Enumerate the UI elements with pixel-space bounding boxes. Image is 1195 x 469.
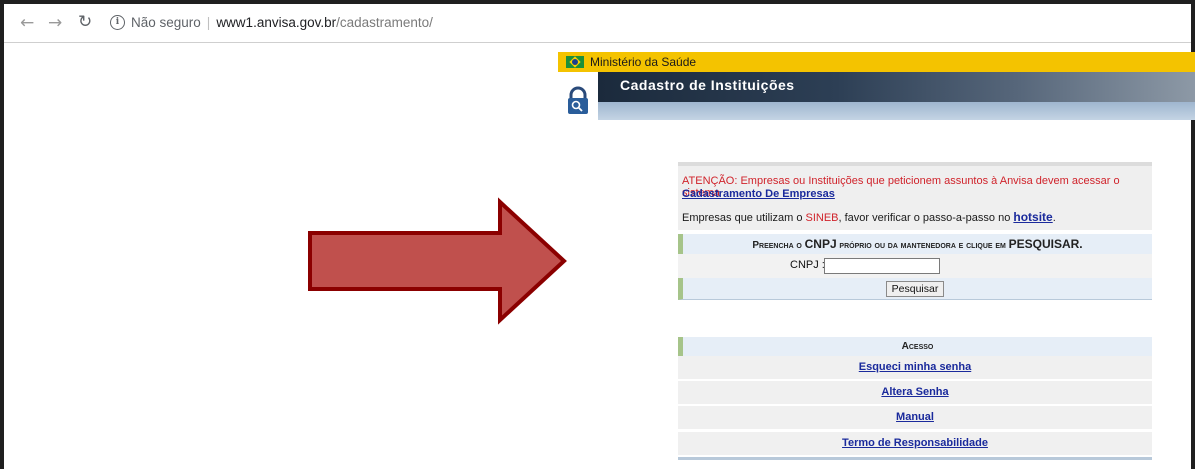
access-item: Manual — [678, 406, 1152, 430]
cadastramento-empresas-link[interactable]: Cadastramento De Empresas — [682, 188, 835, 200]
access-item: Termo de Responsabilidade — [678, 432, 1152, 456]
access-bottom-line — [678, 457, 1152, 460]
access-item: Esqueci minha senha — [678, 356, 1152, 380]
change-password-link[interactable]: Altera Senha — [881, 386, 948, 398]
sineb-period: . — [1052, 212, 1056, 224]
forgot-password-link[interactable]: Esqueci minha senha — [859, 361, 971, 373]
sineb-term: SINEB — [805, 212, 839, 224]
terms-link[interactable]: Termo de Responsabilidade — [842, 437, 988, 449]
instruction-action: PESQUISAR. — [1008, 237, 1083, 251]
header-stripe — [598, 102, 1195, 120]
manual-link[interactable]: Manual — [896, 411, 934, 423]
ministry-bar: Ministério da Saúde — [558, 52, 1195, 72]
search-button-row: Pesquisar — [678, 278, 1152, 300]
instruction-start: Preencha o — [752, 240, 805, 251]
annotation-arrow-icon — [308, 197, 567, 325]
access-item: Altera Senha — [678, 381, 1152, 405]
system-title: Cadastro de Instituições — [620, 77, 795, 93]
forward-arrow-icon[interactable]: → — [48, 13, 62, 33]
notice-box: ATENÇÃO: Empresas ou Instituições que pe… — [678, 162, 1152, 230]
ministry-name: Ministério da Saúde — [590, 55, 697, 69]
url-path: /cadastramento/ — [336, 15, 433, 30]
back-arrow-icon[interactable]: ← — [20, 13, 34, 33]
omnibox-separator: | — [206, 15, 211, 30]
instruction-rest: próprio ou da mantenedora e clique em — [836, 240, 1009, 251]
cnpj-label: CNPJ : — [790, 259, 825, 271]
sineb-notice: Empresas que utilizam o SINEB, favor ver… — [682, 210, 1056, 224]
reload-icon[interactable]: ↻ — [78, 12, 92, 32]
sineb-suffix: , favor verificar o passo-a-passo no — [838, 212, 1014, 224]
cnpj-input[interactable] — [824, 258, 940, 274]
instruction-cnpj: CNPJ — [804, 237, 837, 251]
brazil-flag-icon — [566, 56, 584, 68]
url-host: www1.anvisa.gov.br — [216, 15, 337, 30]
browser-toolbar: ← → ↻ i Não seguro | www1.anvisa.gov.br/cad… — [4, 4, 1191, 43]
search-instruction: Preencha o CNPJ próprio ou da mantenedor… — [678, 234, 1152, 254]
cnpj-row: CNPJ : — [678, 254, 1152, 278]
info-icon[interactable]: i — [110, 14, 125, 30]
pesquisar-button[interactable]: Pesquisar — [886, 281, 944, 297]
system-title-bar: Cadastro de Instituições — [598, 72, 1195, 102]
security-label: Não seguro — [131, 15, 201, 30]
sineb-prefix: Empresas que utilizam o — [682, 212, 806, 224]
hotsite-link[interactable]: hotsite — [1013, 210, 1052, 224]
access-title: Acesso — [678, 337, 1152, 356]
address-bar[interactable]: i Não seguro | www1.anvisa.gov.br/cadastram… — [110, 10, 1170, 36]
anvisa-lock-icon — [568, 86, 588, 114]
